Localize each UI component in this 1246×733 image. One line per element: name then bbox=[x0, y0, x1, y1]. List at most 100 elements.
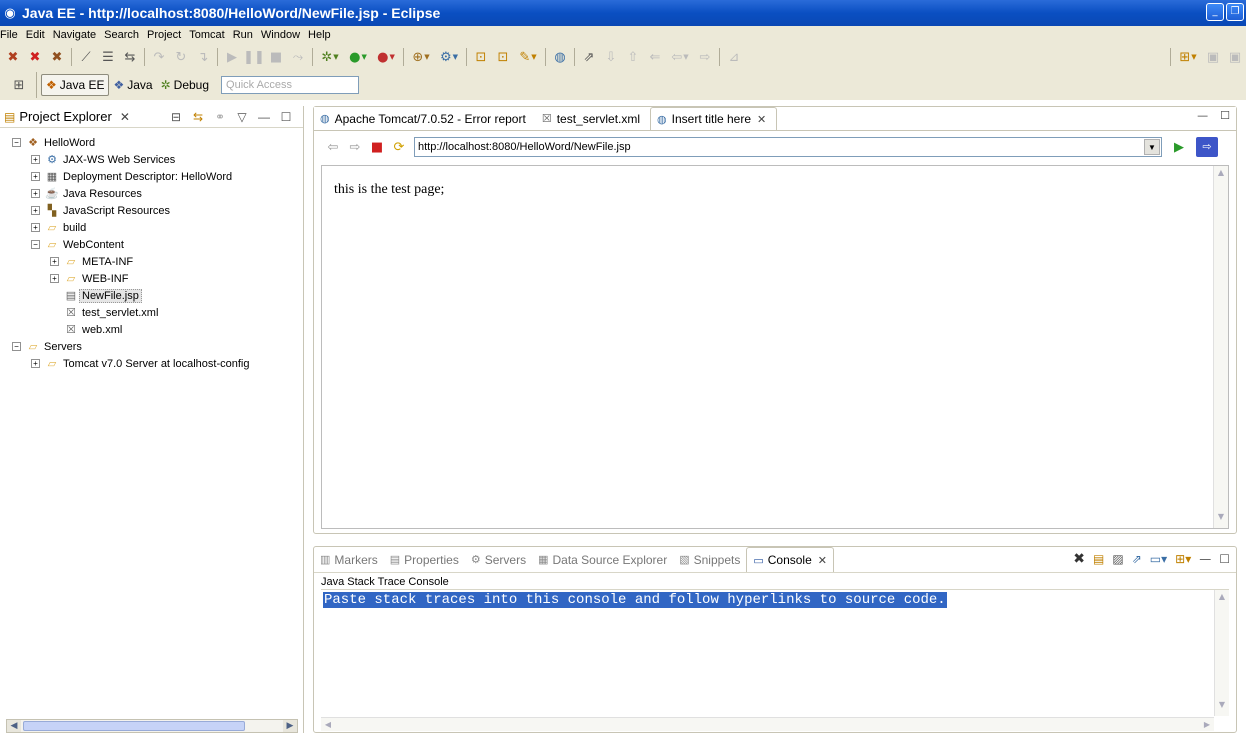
perspective-java-ee[interactable]: ❖ Java EE bbox=[41, 74, 110, 96]
tree-node-web-xml[interactable]: ☒ web.xml bbox=[0, 321, 303, 338]
tab-tomcat-error-report[interactable]: ◍ Apache Tomcat/7.0.52 - Error report bbox=[314, 107, 536, 130]
menu-project[interactable]: Project bbox=[145, 29, 187, 41]
open-console-icon[interactable]: ⊞▾ bbox=[1175, 552, 1191, 566]
tree-node-tomcat-config[interactable]: + ▱ Tomcat v7.0 Server at localhost-conf… bbox=[0, 355, 303, 372]
expand-toggle-icon[interactable]: + bbox=[31, 359, 40, 368]
expand-toggle-icon[interactable]: + bbox=[31, 155, 40, 164]
collapse-toggle-icon[interactable]: − bbox=[31, 240, 40, 249]
minimize-view-icon[interactable]: — bbox=[1199, 552, 1211, 566]
scroll-up-icon[interactable]: ▲ bbox=[1214, 168, 1228, 182]
open-perspective-icon[interactable]: ⊞ bbox=[8, 74, 30, 96]
tomcat-restart-icon[interactable]: ✖ bbox=[46, 46, 68, 68]
tree-node-meta-inf[interactable]: + ▱ META-INF bbox=[0, 253, 303, 270]
expand-toggle-icon[interactable]: + bbox=[31, 206, 40, 215]
collapse-toggle-icon[interactable]: − bbox=[12, 138, 21, 147]
tree-node-webcontent[interactable]: − ▱ WebContent bbox=[0, 236, 303, 253]
forward-icon[interactable]: ⇨ bbox=[694, 46, 716, 68]
tab-console[interactable]: ▭ Console ✕ bbox=[746, 547, 834, 572]
resume-list-icon[interactable]: ☰ bbox=[97, 46, 119, 68]
tree-node-java-resources[interactable]: + ☕ Java Resources bbox=[0, 185, 303, 202]
skip-breakpoints-icon[interactable]: ⟋ bbox=[75, 46, 97, 68]
previous-annotation-icon[interactable]: ⇧ bbox=[622, 46, 644, 68]
tree-node-javascript-resources[interactable]: + ▚ JavaScript Resources bbox=[0, 202, 303, 219]
close-tab-icon[interactable]: ✕ bbox=[757, 113, 766, 126]
restore-button[interactable]: ❐ bbox=[1226, 3, 1244, 21]
tab-markers[interactable]: ▥ Markers bbox=[314, 547, 384, 572]
resume-icon[interactable]: ▶ bbox=[221, 46, 243, 68]
tomcat-stop-icon[interactable]: ✖ bbox=[24, 46, 46, 68]
tree-node-deployment-descriptor[interactable]: + ▦ Deployment Descriptor: HelloWord bbox=[0, 168, 303, 185]
url-dropdown-icon[interactable]: ▼ bbox=[1144, 139, 1160, 155]
external-tools-icon[interactable]: ● ▼ bbox=[372, 46, 400, 68]
suspend-icon[interactable]: ⇆ bbox=[119, 46, 141, 68]
tab-test-servlet-xml[interactable]: ☒ test_servlet.xml bbox=[536, 107, 650, 130]
scroll-left-icon[interactable]: ◀ bbox=[321, 718, 335, 732]
perspective-debug[interactable]: ✲ Debug bbox=[157, 74, 213, 96]
perspective-java[interactable]: ❖ Java bbox=[109, 74, 156, 96]
tree-node-jax-ws[interactable]: + ⚙ JAX-WS Web Services bbox=[0, 151, 303, 168]
browser-refresh-icon[interactable]: ⟳ bbox=[388, 140, 410, 155]
tree-node-helloword[interactable]: − ❖ HelloWord bbox=[0, 134, 303, 151]
search-icon[interactable]: ✎ ▼ bbox=[514, 46, 542, 68]
vertical-scrollbar[interactable]: ▲ ▼ bbox=[1214, 590, 1229, 716]
display-console-icon[interactable]: ▭▾ bbox=[1150, 552, 1167, 566]
menu-search[interactable]: Search bbox=[102, 29, 145, 41]
menu-run[interactable]: Run bbox=[231, 29, 259, 41]
console-output[interactable]: Paste stack traces into this console and… bbox=[321, 589, 1229, 731]
save-icon[interactable]: ▣ bbox=[1202, 46, 1224, 68]
run-icon[interactable]: ● ▼ bbox=[344, 46, 372, 68]
quick-access-input[interactable]: Quick Access bbox=[221, 76, 360, 94]
new-icon[interactable]: ⊞ ▼ bbox=[1174, 46, 1202, 68]
pin-console-icon[interactable]: ⇗ bbox=[1132, 552, 1142, 566]
scroll-down-icon[interactable]: ▼ bbox=[1214, 512, 1228, 526]
tree-node-web-inf[interactable]: + ▱ WEB-INF bbox=[0, 270, 303, 287]
remove-console-icon[interactable]: ✖ bbox=[1073, 551, 1085, 567]
menu-file[interactable]: File bbox=[0, 29, 24, 41]
horizontal-scrollbar[interactable]: ◀ ▶ bbox=[321, 717, 1214, 731]
expand-toggle-icon[interactable]: + bbox=[31, 189, 40, 198]
open-task-icon[interactable]: ⊡ bbox=[492, 46, 514, 68]
menu-window[interactable]: Window bbox=[259, 29, 306, 41]
back-icon[interactable]: ⇦ ▼ bbox=[666, 46, 694, 68]
expand-toggle-icon[interactable]: + bbox=[31, 223, 40, 232]
new-server-icon[interactable]: ⊕ ▼ bbox=[407, 46, 435, 68]
expand-toggle-icon[interactable]: + bbox=[31, 172, 40, 181]
step-over-icon[interactable]: ↻ bbox=[170, 46, 192, 68]
maximize-editor-icon[interactable]: ☐ bbox=[1220, 109, 1230, 122]
clear-console-icon[interactable]: ▤ bbox=[1093, 552, 1104, 566]
step-into-icon[interactable]: ↷ bbox=[148, 46, 170, 68]
close-icon[interactable]: ✕ bbox=[120, 110, 130, 124]
next-annotation-icon[interactable]: ⇩ bbox=[600, 46, 622, 68]
go-icon[interactable]: ▶ bbox=[1168, 140, 1190, 155]
minimize-view-icon[interactable]: — bbox=[255, 110, 273, 124]
new-web-service-icon[interactable]: ⚙ ▼ bbox=[435, 46, 463, 68]
tab-properties[interactable]: ▤ Properties bbox=[384, 547, 465, 572]
step-return-icon[interactable]: ↴ bbox=[192, 46, 214, 68]
maximize-view-icon[interactable]: ☐ bbox=[277, 110, 295, 124]
toggle-mark-icon[interactable]: ⇗ bbox=[578, 46, 600, 68]
menu-help[interactable]: Help bbox=[306, 29, 337, 41]
last-edit-icon[interactable]: ⇐ bbox=[644, 46, 666, 68]
console-output-line[interactable]: Paste stack traces into this console and… bbox=[323, 592, 947, 608]
scroll-lock-icon[interactable]: ▨ bbox=[1112, 552, 1123, 566]
scroll-down-icon[interactable]: ▼ bbox=[1215, 700, 1229, 714]
horizontal-scrollbar[interactable]: ◀ ▶ bbox=[6, 719, 298, 733]
tree-node-newfile-jsp[interactable]: ▤ NewFile.jsp bbox=[0, 287, 303, 304]
tree-node-test-servlet-xml[interactable]: ☒ test_servlet.xml bbox=[0, 304, 303, 321]
maximize-view-icon[interactable]: ☐ bbox=[1219, 552, 1230, 566]
link-with-editor-icon[interactable]: ⇆ bbox=[189, 110, 207, 124]
browser-stop-icon[interactable]: ■ bbox=[366, 140, 388, 155]
menu-edit[interactable]: Edit bbox=[24, 29, 51, 41]
browser-back-icon[interactable]: ⇦ bbox=[322, 140, 344, 155]
minimize-editor-icon[interactable]: — bbox=[1197, 109, 1208, 122]
scroll-right-icon[interactable]: ▶ bbox=[283, 720, 297, 732]
tab-servers[interactable]: ⚙ Servers bbox=[465, 547, 532, 572]
disconnect-icon[interactable]: ⤳ bbox=[287, 46, 309, 68]
tree-node-build[interactable]: + ▱ build bbox=[0, 219, 303, 236]
open-type-icon[interactable]: ⊡ bbox=[470, 46, 492, 68]
terminate-icon[interactable]: ■ bbox=[265, 46, 287, 68]
menu-navigate[interactable]: Navigate bbox=[51, 29, 102, 41]
scroll-left-icon[interactable]: ◀ bbox=[7, 720, 21, 732]
close-tab-icon[interactable]: ✕ bbox=[818, 554, 827, 567]
menu-tomcat[interactable]: Tomcat bbox=[187, 29, 230, 41]
